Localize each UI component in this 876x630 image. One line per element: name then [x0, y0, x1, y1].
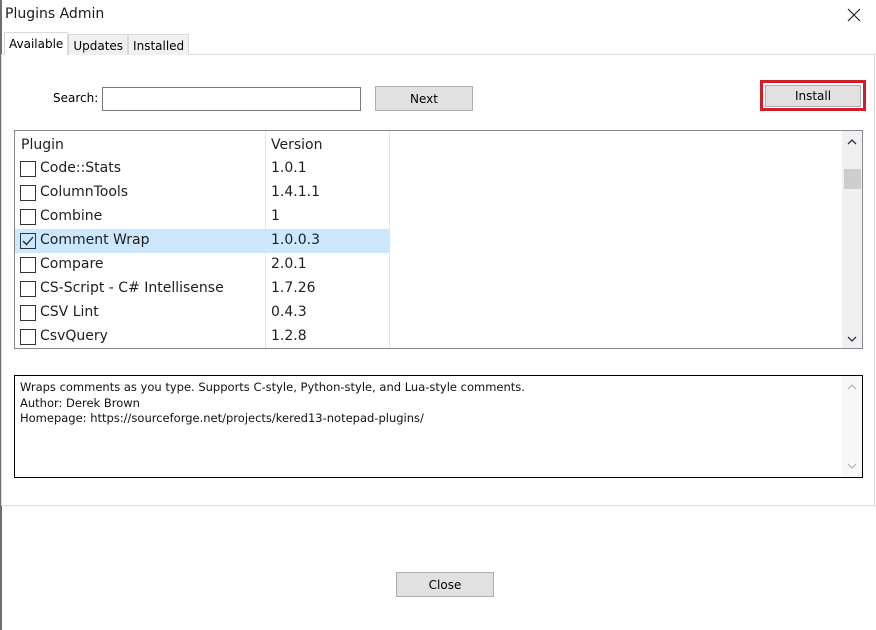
plugin-checkbox[interactable] [20, 185, 36, 201]
plugin-name: Code::Stats [40, 160, 122, 176]
plugin-row[interactable]: CS-Script - C# Intellisense 1.7.26 [15, 277, 390, 301]
plugin-checkbox[interactable] [20, 329, 36, 345]
description-homepage: Homepage: https://sourceforge.net/projec… [20, 411, 424, 425]
plugin-name: CsvQuery [40, 328, 108, 344]
plugin-name: Combine [40, 208, 103, 224]
chevron-up-icon [847, 139, 857, 145]
plugin-row[interactable]: CSV Lint 0.4.3 [15, 301, 390, 325]
close-window-button[interactable] [842, 4, 866, 26]
plugin-checkbox[interactable] [20, 281, 36, 297]
plugin-version: 1.4.1.1 [271, 184, 320, 200]
next-button[interactable]: Next [375, 86, 473, 111]
plugin-name: Compare [40, 256, 104, 272]
plugin-list-scrollbar[interactable] [842, 131, 862, 348]
scroll-down-button[interactable] [842, 330, 862, 348]
scroll-thumb[interactable] [844, 169, 861, 189]
plugin-checkbox[interactable] [20, 161, 36, 177]
chevron-down-icon [847, 336, 857, 342]
desc-scroll-down-button[interactable] [842, 457, 862, 475]
plugin-checkbox[interactable] [20, 233, 36, 249]
checkmark-icon [22, 236, 34, 246]
search-input[interactable] [102, 87, 361, 111]
description-line: Wraps comments as you type. Supports C-s… [20, 380, 525, 394]
chevron-up-icon [847, 384, 857, 390]
tab-installed[interactable]: Installed [128, 34, 190, 55]
plugin-row[interactable]: Comment Wrap 1.0.0.3 [15, 229, 390, 253]
desc-scroll-up-button[interactable] [842, 378, 862, 396]
close-icon [847, 8, 861, 22]
plugin-version: 1.2.8 [271, 328, 307, 344]
tab-bar: Available Updates Installed [4, 32, 190, 55]
description-scrollbar[interactable] [842, 376, 862, 477]
plugin-version: 2.0.1 [271, 256, 307, 272]
plugin-version: 1 [271, 208, 280, 224]
plugin-checkbox[interactable] [20, 305, 36, 321]
close-button[interactable]: Close [396, 572, 494, 597]
plugin-name: ColumnTools [40, 184, 129, 200]
plugin-version: 1.0.1 [271, 160, 307, 176]
description-text: Wraps comments as you type. Supports C-s… [20, 380, 525, 427]
plugin-row[interactable]: Combine 1 [15, 205, 390, 229]
install-button[interactable]: Install [765, 85, 861, 107]
plugin-name: CS-Script - C# Intellisense [40, 280, 224, 296]
plugin-version: 1.7.26 [271, 280, 316, 296]
plugin-row[interactable]: ColumnTools 1.4.1.1 [15, 181, 390, 205]
plugin-checkbox[interactable] [20, 209, 36, 225]
column-header-version[interactable]: Version [271, 137, 322, 153]
plugin-version: 1.0.0.3 [271, 232, 320, 248]
plugin-description: Wraps comments as you type. Supports C-s… [14, 375, 863, 478]
window-title: Plugins Admin [5, 6, 105, 22]
column-header-plugin[interactable]: Plugin [21, 137, 64, 153]
plugin-name: CSV Lint [40, 304, 99, 320]
search-label: Search: [53, 91, 99, 105]
plugin-row[interactable]: Compare 2.0.1 [15, 253, 390, 277]
tab-available[interactable]: Available [4, 32, 69, 55]
plugin-list[interactable]: Plugin Version Code::Stats 1.0.1ColumnToo… [14, 130, 863, 349]
plugin-name: Comment Wrap [40, 232, 150, 248]
tab-updates[interactable]: Updates [68, 34, 129, 55]
plugin-row[interactable]: Code::Stats 1.0.1 [15, 157, 390, 181]
scroll-up-button[interactable] [842, 133, 862, 151]
chevron-down-icon [847, 463, 857, 469]
description-author: Author: Derek Brown [20, 395, 140, 410]
plugin-checkbox[interactable] [20, 257, 36, 273]
plugin-row[interactable]: CsvQuery 1.2.8 [15, 325, 390, 348]
plugin-version: 0.4.3 [271, 304, 307, 320]
list-header: Plugin Version [15, 131, 845, 157]
